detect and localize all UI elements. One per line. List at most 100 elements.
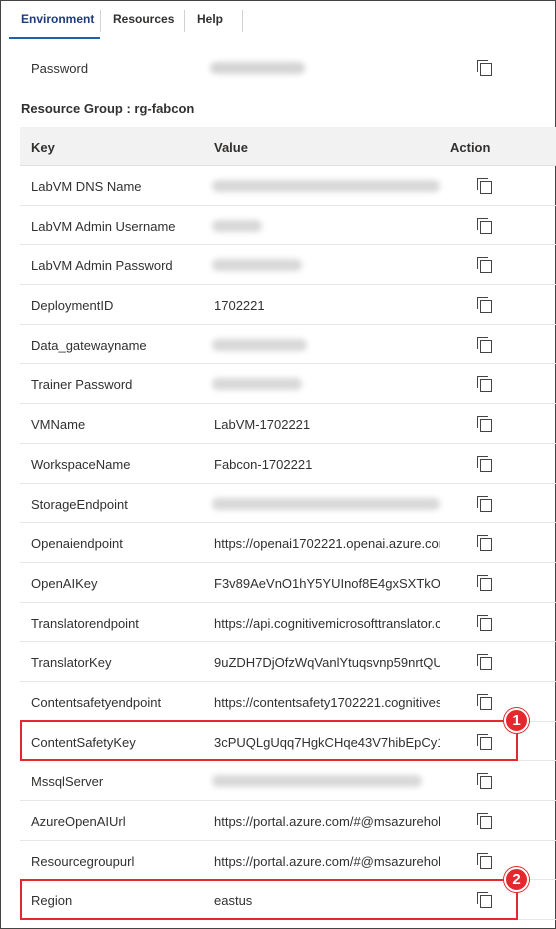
table-row: Translatorendpoint https://api.cognitivem… — [20, 603, 556, 643]
copy-icon[interactable] — [477, 257, 493, 274]
row-key: LabVM Admin Password — [31, 258, 173, 274]
copy-button[interactable] — [477, 376, 493, 395]
copy-icon[interactable] — [477, 178, 493, 194]
copy-icon[interactable] — [477, 455, 493, 472]
row-key: WorkspaceName — [31, 456, 131, 472]
copy-icon[interactable] — [477, 852, 493, 869]
tab-resources[interactable]: Resources — [101, 1, 184, 39]
copy-button[interactable] — [477, 693, 493, 713]
copy-icon[interactable] — [477, 336, 493, 353]
copy-button[interactable] — [477, 455, 493, 475]
table-row: Openaiendpoint https://openai1702221.open… — [20, 523, 556, 563]
row-value-redacted — [212, 775, 422, 788]
row-value: F3v89AeVnO1hY5YUInof8E4gxSXTkOu4c — [214, 575, 440, 591]
copy-icon[interactable] — [477, 495, 493, 512]
copy-button[interactable] — [477, 495, 493, 515]
row-key: Contentsafetyendpoint — [31, 694, 162, 710]
copy-icon[interactable] — [477, 574, 493, 591]
table-row: Region eastus — [20, 880, 556, 921]
copy-button[interactable] — [477, 892, 493, 911]
table-body: LabVM DNS Name LabVM Admin Username LabVM … — [20, 166, 556, 921]
table-row: Resourcegroupurl https://portal.azure.com… — [20, 841, 556, 881]
table-row: OpenAIKey F3v89AeVnO1hY5YUInof8E4gxSXTkOu… — [20, 563, 556, 603]
row-key: MssqlServer — [31, 774, 104, 790]
copy-icon[interactable] — [477, 892, 493, 909]
copy-icon[interactable] — [477, 693, 493, 710]
copy-icon[interactable] — [477, 217, 493, 234]
copy-button[interactable] — [477, 416, 493, 435]
row-value: https://portal.azure.com/#@msazurehol — [214, 814, 440, 829]
annotation-badge-2: 2 — [504, 867, 529, 892]
row-value: LabVM-1702221 — [214, 417, 311, 433]
copy-button[interactable] — [477, 852, 493, 872]
table-row: LabVM DNS Name — [20, 166, 556, 206]
row-value: Fabcon-1702221 — [214, 456, 313, 472]
table-header: Key Value Action — [20, 127, 556, 166]
copy-button[interactable] — [477, 614, 493, 634]
row-key: DeploymentID — [31, 298, 114, 314]
tab-help[interactable]: Help — [185, 1, 242, 39]
table-row: AzureOpenAIUrl https://portal.azure.com/#… — [20, 801, 556, 841]
annotation-badge-1: 1 — [504, 708, 529, 733]
copy-button[interactable] — [477, 535, 493, 554]
row-key: TranslatorKey — [31, 655, 112, 671]
row-value: https://api.cognitivemicrosofttranslator… — [214, 615, 440, 631]
copy-icon[interactable] — [477, 614, 493, 631]
copy-button[interactable] — [477, 733, 493, 753]
row-key: AzureOpenAIUrl — [31, 814, 126, 829]
copy-button[interactable] — [477, 813, 493, 832]
row-value: 9uZDH7DjOfzWqVanlYtuqsvnp59nrtQUI — [214, 655, 440, 671]
copy-button[interactable] — [477, 336, 493, 356]
row-value-redacted — [212, 338, 307, 351]
table-row: VMName LabVM-1702221 — [20, 404, 556, 444]
row-value-redacted — [212, 378, 302, 391]
row-value-redacted — [212, 180, 440, 192]
password-row: Password — [20, 49, 556, 89]
copy-button[interactable] — [477, 257, 493, 276]
row-value: https://openai1702221.openai.azure.com — [214, 536, 440, 552]
table-row: StorageEndpoint — [20, 484, 556, 524]
table-row: LabVM Admin Username — [20, 206, 556, 246]
row-key: LabVM DNS Name — [31, 179, 142, 194]
header-key: Key — [31, 140, 55, 155]
table-row: Data_gatewayname — [20, 325, 556, 365]
resource-table: Key Value Action LabVM DNS Name LabVM Adm… — [20, 127, 556, 921]
row-value-redacted — [212, 219, 262, 232]
header-action: Action — [450, 140, 491, 155]
row-value-redacted — [212, 497, 440, 510]
copy-icon[interactable] — [477, 60, 493, 76]
header-value: Value — [214, 140, 248, 155]
copy-button[interactable] — [477, 574, 493, 594]
copy-icon[interactable] — [477, 813, 493, 829]
copy-icon[interactable] — [477, 416, 493, 433]
row-key: VMName — [31, 417, 86, 433]
row-key: Trainer Password — [31, 377, 133, 393]
row-key: LabVM Admin Username — [31, 218, 176, 234]
tab-divider — [242, 10, 243, 32]
row-value: 1702221 — [214, 298, 265, 314]
tab-environment[interactable]: Environment — [9, 1, 100, 39]
row-key: ContentSafetyKey — [31, 734, 136, 750]
password-key: Password — [31, 61, 89, 76]
tab-bar: Environment Resources Help — [9, 1, 243, 39]
copy-icon[interactable] — [477, 376, 493, 393]
password-copy-button[interactable] — [477, 60, 493, 79]
copy-button[interactable] — [477, 178, 493, 197]
copy-icon[interactable] — [477, 733, 493, 750]
environment-panel: Environment Resources Help Password Reso… — [0, 0, 556, 929]
copy-button[interactable] — [477, 217, 493, 237]
copy-button[interactable] — [477, 654, 493, 673]
row-value: https://contentsafety1702221.cognitives — [214, 694, 440, 710]
row-value: https://portal.azure.com/#@msazurehol — [214, 853, 440, 869]
copy-button[interactable] — [477, 773, 493, 792]
table-row: Trainer Password — [20, 364, 556, 405]
row-key: Openaiendpoint — [31, 536, 123, 552]
table-row: ContentSafetyKey 3cPUQLgUqq7HgkCHqe43V7hi… — [20, 722, 556, 762]
row-key: Data_gatewayname — [31, 337, 147, 353]
copy-icon[interactable] — [477, 535, 493, 552]
copy-icon[interactable] — [477, 773, 493, 790]
copy-button[interactable] — [477, 297, 493, 316]
row-key: Region — [31, 893, 73, 909]
copy-icon[interactable] — [477, 654, 493, 671]
copy-icon[interactable] — [477, 297, 493, 314]
